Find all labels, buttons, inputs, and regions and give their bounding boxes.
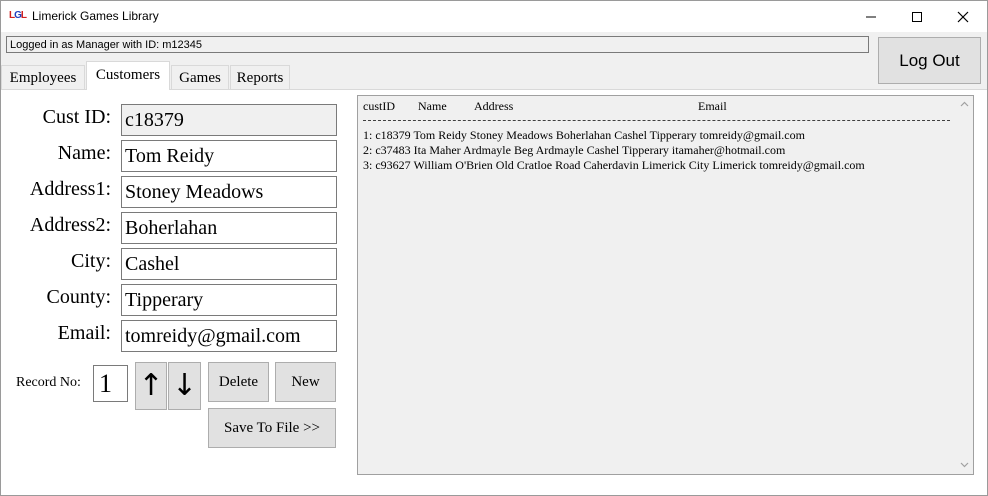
header-custid: custID xyxy=(363,99,395,113)
minimize-button[interactable] xyxy=(848,1,894,32)
record-no-label: Record No: xyxy=(16,375,81,390)
name-label: Name: xyxy=(57,142,111,164)
tab-employees[interactable]: Employees xyxy=(1,65,85,89)
list-item[interactable]: 2: c37483 Ita Maher Ardmayle Beg Ardmayl… xyxy=(363,143,785,158)
vertical-scrollbar[interactable] xyxy=(956,96,973,474)
list-item[interactable]: 1: c18379 Tom Reidy Stoney Meadows Boher… xyxy=(363,128,805,143)
tab-customers[interactable]: Customers xyxy=(86,61,170,90)
scroll-up-icon[interactable] xyxy=(956,96,973,113)
title-bar[interactable]: LGL Limerick Games Library xyxy=(1,1,987,32)
maximize-button[interactable] xyxy=(894,1,940,32)
previous-record-button[interactable]: ↑ xyxy=(135,362,167,410)
email-field[interactable]: tomreidy@gmail.com xyxy=(121,320,337,352)
email-label: Email: xyxy=(57,322,111,344)
app-logo-icon: LGL xyxy=(9,9,27,23)
cust-id-field[interactable]: c18379 xyxy=(121,104,337,136)
tab-reports[interactable]: Reports xyxy=(230,65,290,89)
name-field[interactable]: Tom Reidy xyxy=(121,140,337,172)
city-field[interactable]: Cashel xyxy=(121,248,337,280)
header-name: Name xyxy=(418,99,447,113)
arrow-up-icon: ↑ xyxy=(138,368,164,403)
logo-letter-l2: L xyxy=(20,10,27,21)
header-separator xyxy=(363,120,950,121)
window-title: Limerick Games Library xyxy=(32,9,159,23)
close-icon xyxy=(957,11,969,22)
new-button[interactable]: New xyxy=(275,362,336,402)
header-address: Address xyxy=(474,99,514,113)
scroll-down-icon[interactable] xyxy=(956,457,973,474)
login-status-field: Logged in as Manager with ID: m12345 xyxy=(6,36,869,53)
county-label: County: xyxy=(46,286,111,308)
header-email: Email xyxy=(698,99,727,113)
save-to-file-button[interactable]: Save To File >> xyxy=(208,408,336,448)
minimize-icon xyxy=(866,16,876,17)
cust-id-label: Cust ID: xyxy=(42,106,111,128)
next-record-button[interactable]: ↓ xyxy=(168,362,201,410)
address1-field[interactable]: Stoney Meadows xyxy=(121,176,337,208)
city-label: City: xyxy=(70,250,111,272)
address1-label: Address1: xyxy=(29,178,111,200)
list-item[interactable]: 3: c93627 William O'Brien Old Cratloe Ro… xyxy=(363,158,865,173)
close-button[interactable] xyxy=(940,1,986,32)
tab-games[interactable]: Games xyxy=(171,65,229,89)
county-field[interactable]: Tipperary xyxy=(121,284,337,316)
delete-button[interactable]: Delete xyxy=(208,362,269,402)
app-window: LGL Limerick Games Library Logged in as … xyxy=(0,0,988,496)
logo-letter-g: G xyxy=(14,10,22,21)
arrow-down-icon: ↓ xyxy=(171,368,198,403)
log-out-button[interactable]: Log Out xyxy=(878,37,981,84)
maximize-icon xyxy=(912,11,922,22)
address2-label: Address2: xyxy=(29,214,111,236)
address2-field[interactable]: Boherlahan xyxy=(121,212,337,244)
customer-listbox[interactable]: custID Name Address Email 1: c18379 Tom … xyxy=(357,95,974,475)
record-no-field[interactable]: 1 xyxy=(93,365,128,402)
